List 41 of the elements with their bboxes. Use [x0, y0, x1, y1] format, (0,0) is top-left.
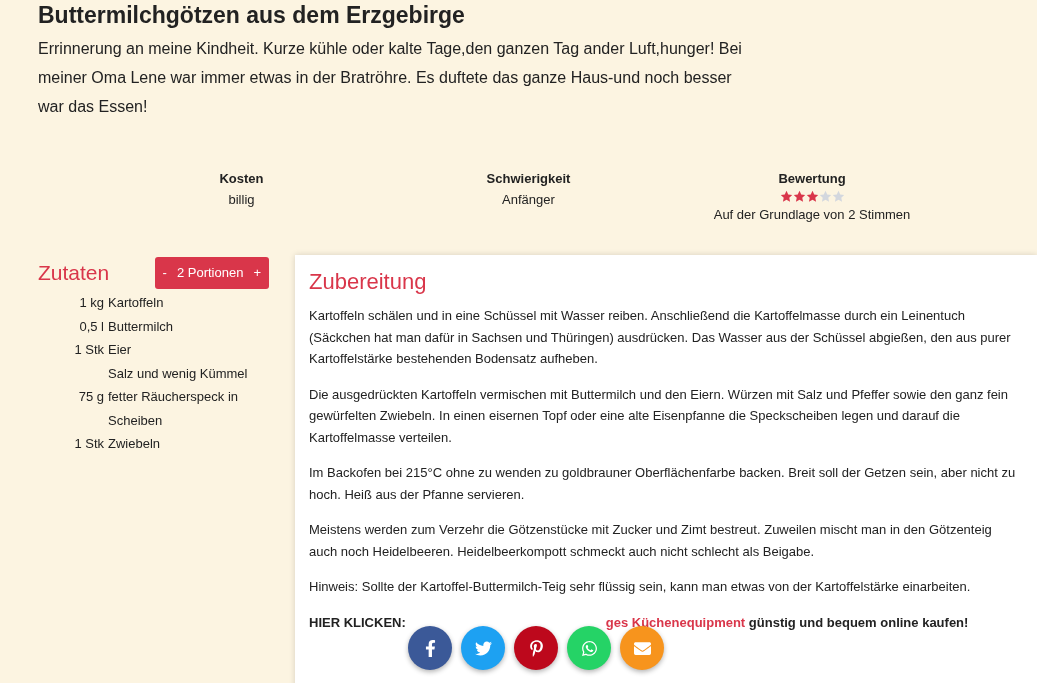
- decrease-button[interactable]: -: [162, 263, 167, 283]
- bird-icon: [474, 639, 492, 657]
- ingredient-name: fetter Räucherspeck in Scheiben: [108, 388, 240, 430]
- ingredient-name: Eier: [108, 341, 133, 359]
- ingredient-amount: 1 Stk: [74, 342, 104, 357]
- preparation-paragraph: Kartoffeln schälen und in eine Schüssel mit Wasser reiben. Anschließend die Kartoffelmasse durch ein Leinentuch (Säckchen hat man dafür in Sachsen und Thüringen) ausdrücken. Das Wasser aus der Schüssel abgießen, den aus purer Kartoffelstärke bestehenden Bodensatz aufheben.: [309, 307, 1012, 368]
- ingredient-name: Kartoffeln: [108, 294, 165, 312]
- star-icon: [818, 190, 832, 203]
- ingredient-name: Buttermilch: [108, 317, 175, 336]
- ingredient-name: Salz und wenig Kümmel: [108, 364, 249, 383]
- star-icon: [779, 190, 793, 203]
- envelope-icon: [633, 639, 651, 657]
- fact-label: Schwierigkeit: [486, 170, 571, 188]
- recipe-title: Buttermilchgötzen aus dem Erzgebirge: [38, 1, 465, 30]
- preparation-paragraph: Meistens werden zum Verzehr die Götzenstücke mit Zucker und Zimt bestreut. Zuweilen mischt man in den Götzenteig auch noch Heidelbeeren. Heidelbeerkompott schmeckt auch nicht schlecht als Beigabe.: [309, 521, 993, 561]
- recipe-description: Errinnerung an meine Kindheit. Kurze kühle oder kalte Tage,den ganzen Tag ander Luft,hunger! Bei meiner Oma Lene war immer etwas in der Bratröhre. Es duftete das ganze Haus-und noch besser war das Essen!: [38, 39, 743, 117]
- pinterest-icon: [527, 639, 545, 657]
- star-icon: [805, 190, 819, 203]
- fact-value: billig: [228, 191, 255, 209]
- ingredient-name: Zwiebeln: [108, 435, 162, 453]
- star-icon: [831, 190, 845, 203]
- preparation-title: Zubereitung: [309, 268, 428, 296]
- portions-label: 2 Portionen: [176, 264, 244, 283]
- preparation-paragraph: Die ausgedrückten Kartoffeln vermischen mit Buttermilch und den Eiern. Würzen mit Salz und Pfeffer sowie den ganz fein gewürfelten Zwiebeln. In einen eisernen Topf oder eine alte Eisenpfanne die Speckscheiben legen und darauf die Kartoffelmasse verteilen.: [309, 385, 1009, 447]
- promo-lead: HIER KLICKEN:: [309, 614, 406, 630]
- ingredient-amount: 75 g: [78, 389, 104, 404]
- preparation-paragraph: Im Backofen bei 215°C ohne zu wenden zu goldbrauner Oberflächenfarbe backen. Breit soll der Getzen sein, aber nicht zu hoch. Heiß aus der Pfanne servieren.: [309, 464, 1017, 504]
- fact-label: Kosten: [219, 170, 264, 188]
- equipment-link[interactable]: ges Küchenequipment: [605, 614, 746, 630]
- phone-bubble-icon: [580, 639, 598, 657]
- ingredients-title: Zutaten: [38, 260, 110, 287]
- fact-value: Anfänger: [502, 191, 555, 209]
- promo-tail: günstig und bequem online kaufen!: [748, 614, 969, 630]
- ingredient-amount: 1 kg: [79, 295, 104, 310]
- rating-note: Auf der Grundlage von 2 Stimmen: [713, 206, 911, 224]
- increase-button[interactable]: +: [253, 263, 261, 283]
- ingredient-amount: 0,5 l: [79, 318, 104, 334]
- star-icon: [792, 190, 806, 203]
- preparation-paragraph: Hinweis: Sollte der Kartoffel-Buttermilch-Teig sehr flüssig sein, kann man etwas von der Kartoffelstärke einarbeiten.: [309, 578, 972, 596]
- ingredient-amount: 1 Stk: [74, 436, 104, 451]
- rating-label: Bewertung: [778, 170, 846, 188]
